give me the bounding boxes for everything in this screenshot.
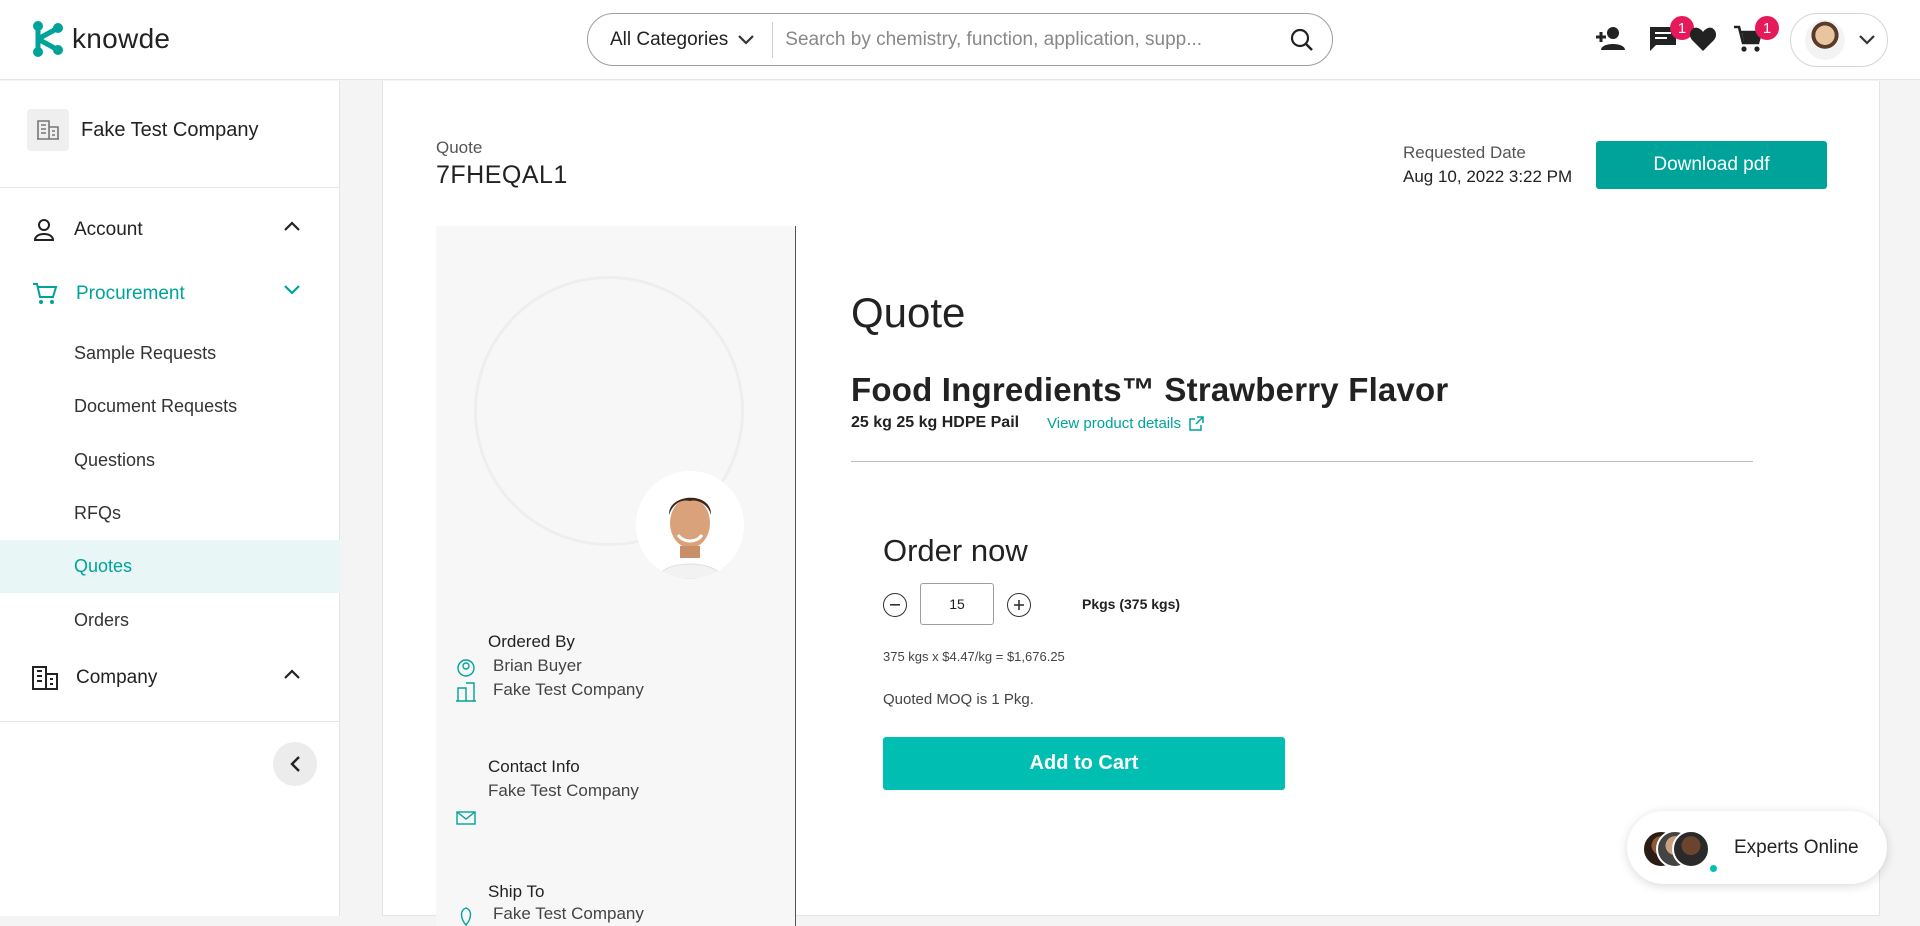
- add-user-button[interactable]: [1593, 22, 1627, 56]
- chevron-up-icon: [284, 221, 300, 231]
- nav-group-label: Account: [74, 219, 143, 240]
- view-product-details-link[interactable]: View product details: [1047, 415, 1204, 432]
- nav-group-company[interactable]: Company: [0, 653, 340, 703]
- increment-button[interactable]: [1007, 593, 1031, 617]
- ship-to-label: Ship To: [488, 882, 545, 901]
- quote-id: 7FHEQAL1: [436, 161, 568, 189]
- chevron-down-icon: [1859, 35, 1875, 45]
- mail-icon: [456, 811, 476, 825]
- building-icon: [27, 109, 69, 151]
- quote-title: Quote: [851, 289, 966, 336]
- knowde-logo-icon: [33, 21, 63, 57]
- nav-group-label: Company: [76, 667, 158, 688]
- quantity-input[interactable]: [920, 583, 994, 625]
- sidebar-item-rfqs[interactable]: RFQs: [0, 487, 340, 540]
- sidebar-item-questions[interactable]: Questions: [0, 434, 340, 487]
- sidebar-item-document-requests[interactable]: Document Requests: [0, 380, 340, 433]
- sidebar-item-sample-requests[interactable]: Sample Requests: [0, 327, 340, 380]
- logo[interactable]: knowde: [32, 20, 170, 58]
- chevron-left-icon: [290, 756, 300, 772]
- contact-company: Fake Test Company: [488, 781, 639, 800]
- chevron-down-icon: [738, 34, 755, 45]
- sidebar-item-orders[interactable]: Orders: [0, 594, 340, 647]
- online-status-dot: [1708, 862, 1719, 874]
- collapse-sidebar-button[interactable]: [273, 742, 317, 786]
- contact-info-label: Contact Info: [488, 757, 580, 776]
- add-user-icon: [1596, 27, 1625, 50]
- search-icon: [1290, 28, 1313, 51]
- view-product-details-label: View product details: [1047, 415, 1181, 432]
- experts-online-widget[interactable]: Experts Online: [1627, 811, 1887, 884]
- requested-date-label: Requested Date: [1403, 143, 1526, 162]
- category-label: All Categories: [610, 28, 729, 50]
- user-avatar: [1805, 20, 1845, 60]
- nav-group-procurement[interactable]: Procurement: [0, 269, 340, 319]
- order-now-heading: Order now: [883, 533, 1028, 568]
- messages-button[interactable]: 1: [1646, 16, 1694, 56]
- price-calculation: 375 kgs x $4.47/kg = $1,676.25: [883, 649, 1065, 664]
- product-name: Food Ingredients™ Strawberry Flavor: [851, 371, 1449, 408]
- minus-icon: [890, 604, 900, 606]
- external-link-icon: [1189, 416, 1204, 431]
- divider: [851, 461, 1753, 462]
- heart-icon: [1689, 27, 1717, 51]
- quote-label: Quote: [436, 138, 483, 157]
- ordered-by-name: Brian Buyer: [493, 656, 582, 675]
- ship-to-company: Fake Test Company: [493, 904, 644, 923]
- nav-group-account[interactable]: Account: [0, 205, 340, 255]
- location-pin-icon: [460, 907, 472, 926]
- sidebar-item-quotes[interactable]: Quotes: [0, 540, 340, 593]
- user-menu[interactable]: [1790, 13, 1888, 67]
- search-bar: All Categories Search by chemistry, func…: [587, 13, 1333, 66]
- package-info: 25 kg 25 kg HDPE Pail: [851, 414, 1020, 431]
- ordered-by-company: Fake Test Company: [493, 680, 644, 699]
- experts-avatars: [1642, 823, 1728, 874]
- divider: [0, 721, 340, 722]
- sidebar: Fake Test Company Account Procurement Sa…: [0, 81, 340, 916]
- divider: [0, 187, 340, 188]
- experts-online-label: Experts Online: [1734, 836, 1859, 858]
- company-selector[interactable]: Fake Test Company: [27, 109, 259, 151]
- person-icon: [33, 219, 55, 241]
- category-dropdown[interactable]: All Categories: [588, 21, 774, 58]
- sales-rep-avatar: [636, 471, 744, 579]
- cart-button[interactable]: 1: [1731, 16, 1779, 56]
- building-icon: [456, 682, 476, 702]
- cart-badge: 1: [1755, 16, 1779, 40]
- cart-icon: [33, 283, 58, 304]
- chevron-up-icon: [284, 669, 300, 679]
- chevron-down-icon: [284, 285, 300, 295]
- favorites-button[interactable]: [1686, 22, 1720, 56]
- quote-card: Quote 7FHEQAL1 Requested Date Aug 10, 20…: [382, 81, 1880, 926]
- supplier-panel: Ordered By Brian Buyer Fake Test Company…: [436, 226, 796, 926]
- download-pdf-button[interactable]: Download pdf: [1596, 141, 1827, 189]
- search-button[interactable]: [1272, 28, 1332, 52]
- logo-text: knowde: [72, 23, 171, 54]
- plus-icon: [1014, 600, 1024, 610]
- requested-date: Aug 10, 2022 3:22 PM: [1403, 167, 1573, 186]
- decrement-button[interactable]: [883, 593, 907, 617]
- ordered-by-label: Ordered By: [488, 632, 575, 651]
- company-name: Fake Test Company: [81, 118, 259, 141]
- add-to-cart-button[interactable]: Add to Cart: [883, 737, 1285, 790]
- expert-avatar: [1672, 829, 1710, 868]
- top-header: knowde All Categories Search by chemistr…: [0, 0, 1920, 80]
- buyer-icon: [457, 659, 475, 677]
- building-icon: [32, 666, 58, 690]
- moq-note: Quoted MOQ is 1 Pkg.: [883, 691, 1034, 708]
- search-input[interactable]: Search by chemistry, function, applicati…: [773, 29, 1272, 51]
- quantity-unit: Pkgs (375 kgs): [1082, 596, 1181, 612]
- nav-group-label: Procurement: [76, 283, 185, 304]
